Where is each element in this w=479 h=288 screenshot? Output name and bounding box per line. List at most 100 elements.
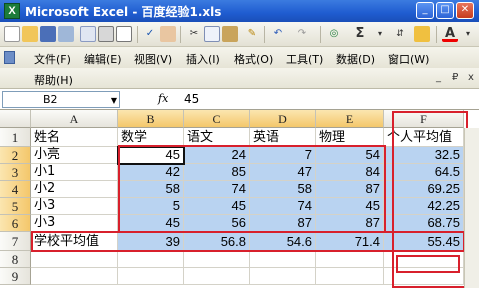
cell-a4[interactable]: 小2 (31, 181, 118, 198)
research-icon[interactable] (160, 26, 176, 42)
doc-minimize-button[interactable]: _ (436, 72, 441, 83)
cell-d9[interactable] (250, 268, 316, 285)
cell-f8[interactable] (384, 251, 464, 268)
cell-b3[interactable]: 42 (118, 164, 184, 181)
cell-c8[interactable] (184, 251, 250, 268)
minimize-button[interactable]: _ (416, 2, 434, 19)
menu-format[interactable]: 格式(O) (234, 51, 273, 67)
row-header-6[interactable]: 6 (0, 215, 31, 232)
doc-close-button[interactable]: x (468, 72, 474, 83)
format-painter-icon[interactable]: ✎ (244, 26, 260, 42)
cell-a9[interactable] (31, 268, 118, 285)
cell-b1[interactable]: 数学 (118, 128, 184, 147)
cell-a5[interactable]: 小3 (31, 198, 118, 215)
undo-icon[interactable]: ↶ (270, 26, 286, 42)
paste-icon[interactable] (222, 26, 238, 42)
menu-file[interactable]: 文件(F) (34, 51, 71, 67)
doc-restore-button[interactable]: ₽ (452, 72, 458, 83)
cell-b5[interactable]: 5 (118, 198, 184, 215)
menu-window[interactable]: 窗口(W) (388, 51, 429, 67)
cell-b9[interactable] (118, 268, 184, 285)
hyperlink-icon[interactable]: ◎ (326, 26, 342, 42)
close-button[interactable]: ✕ (456, 2, 474, 19)
font-color-icon[interactable]: A (442, 26, 458, 42)
column-header-d[interactable]: D (250, 110, 316, 128)
row-header-7[interactable]: 7 (0, 232, 31, 251)
print-icon[interactable] (98, 26, 114, 42)
cell-a7[interactable]: 学校平均值 (31, 232, 118, 251)
chevron-down-icon[interactable]: ▼ (111, 96, 117, 105)
cell-b7[interactable]: 39 (118, 232, 184, 251)
fx-icon[interactable]: fx (158, 92, 168, 105)
cell-d6[interactable]: 87 (250, 215, 316, 232)
cell-e7[interactable]: 71.4 (316, 232, 384, 251)
row-header-5[interactable]: 5 (0, 198, 31, 215)
permission-icon[interactable] (58, 26, 74, 42)
menu-data[interactable]: 数据(D) (336, 51, 375, 67)
open-icon[interactable] (22, 26, 38, 42)
cell-b6[interactable]: 45 (118, 215, 184, 232)
menu-edit[interactable]: 编辑(E) (84, 51, 122, 67)
cell-c6[interactable]: 56 (184, 215, 250, 232)
row-header-3[interactable]: 3 (0, 164, 31, 181)
menu-insert[interactable]: 插入(I) (186, 51, 220, 67)
cell-a8[interactable] (31, 251, 118, 268)
cell-e3[interactable]: 84 (316, 164, 384, 181)
autosum-icon[interactable]: Σ (352, 26, 368, 42)
cell-f9[interactable] (384, 268, 464, 285)
cell-d8[interactable] (250, 251, 316, 268)
cell-e9[interactable] (316, 268, 384, 285)
cell-d1[interactable]: 英语 (250, 128, 316, 147)
redo-icon[interactable]: ↷ (294, 26, 310, 42)
email-icon[interactable] (80, 26, 96, 42)
cell-f6[interactable]: 68.75 (384, 215, 464, 232)
column-header-b[interactable]: B (118, 110, 184, 128)
cell-e4[interactable]: 87 (316, 181, 384, 198)
cell-e2[interactable]: 54 (316, 147, 384, 164)
cell-e8[interactable] (316, 251, 384, 268)
row-header-8[interactable]: 8 (0, 251, 31, 268)
cell-f3[interactable]: 64.5 (384, 164, 464, 181)
row-header-9[interactable]: 9 (0, 268, 31, 285)
cell-a2[interactable]: 小亮 (31, 147, 118, 164)
cell-d5[interactable]: 74 (250, 198, 316, 215)
cell-d3[interactable]: 47 (250, 164, 316, 181)
menu-view[interactable]: 视图(V) (134, 51, 172, 67)
cell-a3[interactable]: 小1 (31, 164, 118, 181)
cell-e6[interactable]: 87 (316, 215, 384, 232)
restore-button[interactable]: □ (436, 2, 454, 19)
row-header-4[interactable]: 4 (0, 181, 31, 198)
cell-e5[interactable]: 45 (316, 198, 384, 215)
cell-c1[interactable]: 语文 (184, 128, 250, 147)
autosum-dropdown-icon[interactable]: ▾ (372, 26, 388, 42)
formula-input[interactable]: 45 (184, 92, 199, 106)
cell-f1[interactable]: 个人平均值 (384, 128, 464, 147)
cell-f4[interactable]: 69.25 (384, 181, 464, 198)
column-header-e[interactable]: E (316, 110, 384, 128)
menu-help[interactable]: 帮助(H) (34, 72, 73, 88)
cell-d2[interactable]: 7 (250, 147, 316, 164)
save-icon[interactable] (40, 26, 56, 42)
cell-e1[interactable]: 物理 (316, 128, 384, 147)
name-box[interactable]: B2 ▼ (2, 91, 120, 108)
row-header-1[interactable]: 1 (0, 128, 31, 147)
font-color-dropdown-icon[interactable]: ▾ (460, 26, 476, 42)
cell-c5[interactable]: 45 (184, 198, 250, 215)
cell-f5[interactable]: 42.25 (384, 198, 464, 215)
column-header-a[interactable]: A (31, 110, 118, 128)
cell-d4[interactable]: 58 (250, 181, 316, 198)
select-all-corner[interactable] (0, 110, 31, 128)
column-header-c[interactable]: C (184, 110, 250, 128)
column-header-f[interactable]: F (384, 110, 464, 128)
cell-a6[interactable]: 小3 (31, 215, 118, 232)
cell-d7[interactable]: 54.6 (250, 232, 316, 251)
cell-a1[interactable]: 姓名 (31, 128, 118, 147)
print-preview-icon[interactable] (116, 26, 132, 42)
spelling-icon[interactable]: ✓ (142, 26, 158, 42)
cell-c9[interactable] (184, 268, 250, 285)
vertical-scrollbar[interactable] (464, 128, 479, 288)
cell-b8[interactable] (118, 251, 184, 268)
excel-icon[interactable]: X (4, 3, 20, 19)
cell-c2[interactable]: 24 (184, 147, 250, 164)
menu-tools[interactable]: 工具(T) (286, 51, 323, 67)
